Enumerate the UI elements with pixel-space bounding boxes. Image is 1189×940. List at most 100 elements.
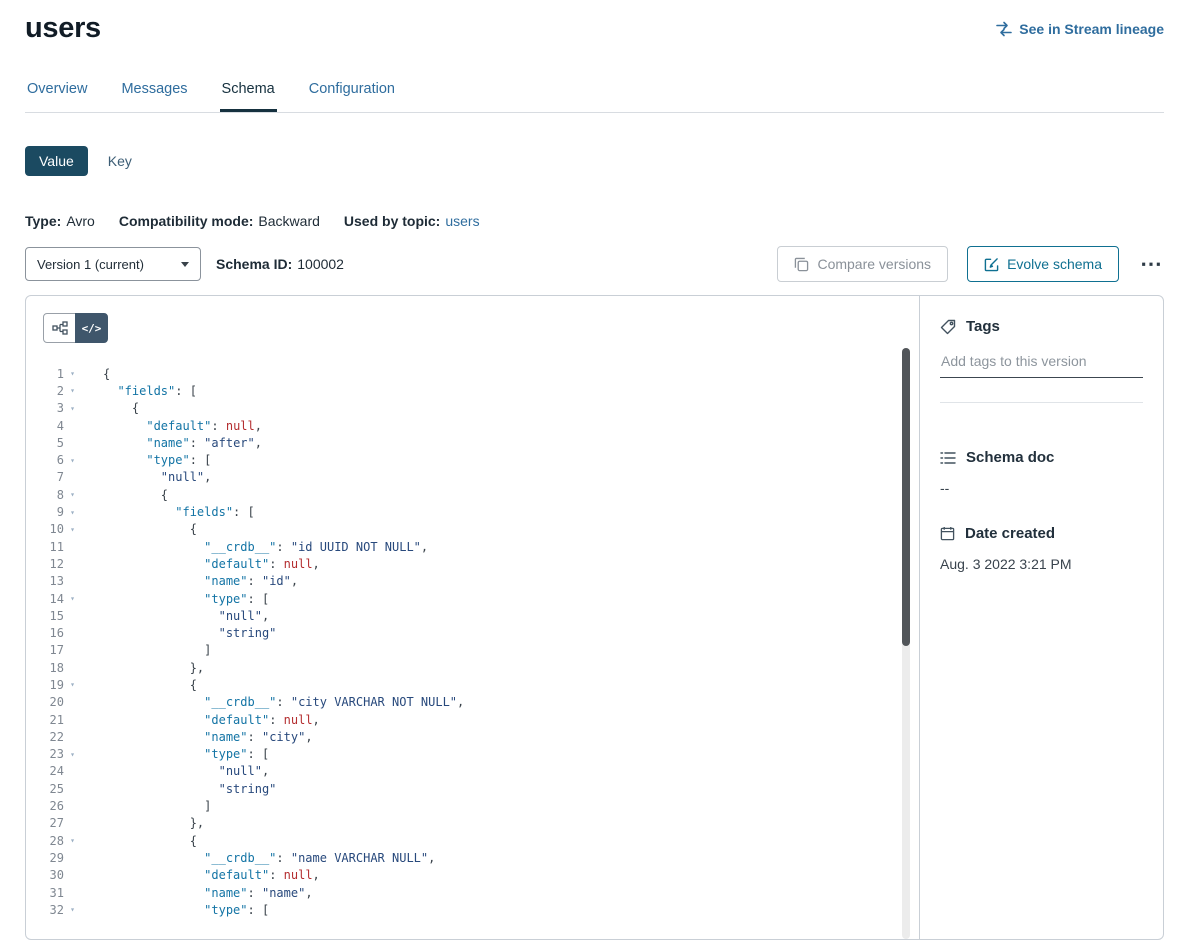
schema-doc-section: Schema doc -- <box>940 449 1143 496</box>
fold-toggle-icon[interactable]: ▾ <box>64 525 81 534</box>
list-icon <box>940 451 956 465</box>
code-text: { <box>81 367 110 381</box>
code-text: "name": "name", <box>81 886 313 900</box>
tab-configuration[interactable]: Configuration <box>307 73 397 112</box>
line-number: 26 <box>26 799 64 813</box>
fold-toggle-icon[interactable]: ▾ <box>64 836 81 845</box>
code-text: "__crdb__": "city VARCHAR NOT NULL", <box>81 695 464 709</box>
code-line: 5 "name": "after", <box>26 434 919 451</box>
fold-toggle-icon[interactable]: ▾ <box>64 369 81 378</box>
compatibility-value: Backward <box>258 213 319 229</box>
line-number: 22 <box>26 730 64 744</box>
meta-topic: Used by topic:users <box>344 213 480 229</box>
schema-doc-value: -- <box>940 480 1143 496</box>
more-options-button[interactable]: ⋯ <box>1138 253 1164 275</box>
code-line: 11 "__crdb__": "id UUID NOT NULL", <box>26 538 919 555</box>
fold-toggle-icon[interactable]: ▾ <box>64 680 81 689</box>
schema-doc-header: Schema doc <box>940 449 1143 466</box>
line-number: 20 <box>26 695 64 709</box>
code-line: 19▾ { <box>26 676 919 693</box>
toolbar-actions: Compare versions Evolve schema ⋯ <box>777 246 1164 282</box>
line-number: 2 <box>26 384 64 398</box>
fold-toggle-icon[interactable]: ▾ <box>64 750 81 759</box>
schema-page: users See in Stream lineage Overview Mess… <box>0 0 1189 916</box>
code-line: 9▾ "fields": [ <box>26 503 919 520</box>
code-line: 4 "default": null, <box>26 417 919 434</box>
tags-input[interactable] <box>940 351 1143 378</box>
version-select[interactable]: Version 1 (current) <box>25 247 201 281</box>
schema-sidebar: Tags Schema doc -- <box>920 296 1163 939</box>
code-text: "default": null, <box>81 557 320 571</box>
page-title: users <box>25 12 101 45</box>
chevron-down-icon <box>181 262 189 267</box>
code-view-button[interactable]: </> <box>75 313 108 343</box>
code-line: 22 "name": "city", <box>26 728 919 745</box>
line-number: 1 <box>26 367 64 381</box>
code-text: { <box>81 401 139 415</box>
type-value: Avro <box>66 213 95 229</box>
fold-toggle-icon[interactable]: ▾ <box>64 386 81 395</box>
code-text: "default": null, <box>81 868 320 882</box>
code-line: 15 "null", <box>26 607 919 624</box>
line-number: 32 <box>26 903 64 917</box>
compare-versions-icon <box>794 257 809 272</box>
tree-view-button[interactable] <box>43 313 76 343</box>
fold-toggle-icon[interactable]: ▾ <box>64 905 81 914</box>
fold-toggle-icon[interactable]: ▾ <box>64 404 81 413</box>
schema-meta: Type: Avro Compatibility mode:Backward Us… <box>25 213 1164 229</box>
code-text: "type": [ <box>81 453 211 467</box>
fold-toggle-icon[interactable]: ▾ <box>64 456 81 465</box>
stream-lineage-label: See in Stream lineage <box>1019 21 1164 37</box>
code-text: "name": "city", <box>81 730 313 744</box>
code-line: 7 "null", <box>26 469 919 486</box>
code-line: 24 "null", <box>26 763 919 780</box>
code-line: 25 "string" <box>26 780 919 797</box>
code-text: "string" <box>81 782 276 796</box>
date-created-header: Date created <box>940 525 1143 542</box>
code-line: 30 "default": null, <box>26 867 919 884</box>
line-number: 12 <box>26 557 64 571</box>
line-number: 23 <box>26 747 64 761</box>
topic-link[interactable]: users <box>445 213 479 229</box>
fold-toggle-icon[interactable]: ▾ <box>64 508 81 517</box>
value-toggle-button[interactable]: Value <box>25 146 88 176</box>
code-line: 23▾ "type": [ <box>26 746 919 763</box>
date-created-section: Date created Aug. 3 2022 3:21 PM <box>940 525 1143 572</box>
code-line: 13 "name": "id", <box>26 573 919 590</box>
code-text: "type": [ <box>81 592 269 606</box>
line-number: 11 <box>26 540 64 554</box>
schema-panel: </> 1▾{2▾ "fields": [3▾ {4 "default": nu… <box>25 295 1164 940</box>
editor-scrollbar[interactable] <box>902 348 910 939</box>
type-label: Type: <box>25 213 61 229</box>
line-number: 14 <box>26 592 64 606</box>
code-line: 27 }, <box>26 815 919 832</box>
scrollbar-thumb[interactable] <box>902 348 910 646</box>
code-text: { <box>81 488 168 502</box>
code-line: 12 "default": null, <box>26 555 919 572</box>
evolve-schema-button[interactable]: Evolve schema <box>967 246 1119 282</box>
evolve-schema-label: Evolve schema <box>1007 256 1102 272</box>
key-toggle-button[interactable]: Key <box>104 146 136 176</box>
calendar-icon <box>940 526 955 541</box>
code-text: "null", <box>81 764 269 778</box>
code-text: "null", <box>81 470 211 484</box>
tab-schema[interactable]: Schema <box>220 73 277 112</box>
code-line: 10▾ { <box>26 521 919 538</box>
tab-messages[interactable]: Messages <box>119 73 189 112</box>
fold-toggle-icon[interactable]: ▾ <box>64 490 81 499</box>
schema-part-toggle: Value Key <box>25 146 1164 176</box>
page-header: users See in Stream lineage <box>25 0 1164 45</box>
code-text: "null", <box>81 609 269 623</box>
line-number: 5 <box>26 436 64 450</box>
stream-lineage-link[interactable]: See in Stream lineage <box>996 21 1164 37</box>
compare-versions-button[interactable]: Compare versions <box>777 246 948 282</box>
code-lines[interactable]: 1▾{2▾ "fields": [3▾ {4 "default": null,5… <box>26 365 919 919</box>
compatibility-label: Compatibility mode: <box>119 213 254 229</box>
line-number: 15 <box>26 609 64 623</box>
fold-toggle-icon[interactable]: ▾ <box>64 594 81 603</box>
schema-editor: </> 1▾{2▾ "fields": [3▾ {4 "default": nu… <box>26 296 920 939</box>
code-text: "__crdb__": "id UUID NOT NULL", <box>81 540 428 554</box>
line-number: 19 <box>26 678 64 692</box>
line-number: 7 <box>26 470 64 484</box>
tab-overview[interactable]: Overview <box>25 73 89 112</box>
